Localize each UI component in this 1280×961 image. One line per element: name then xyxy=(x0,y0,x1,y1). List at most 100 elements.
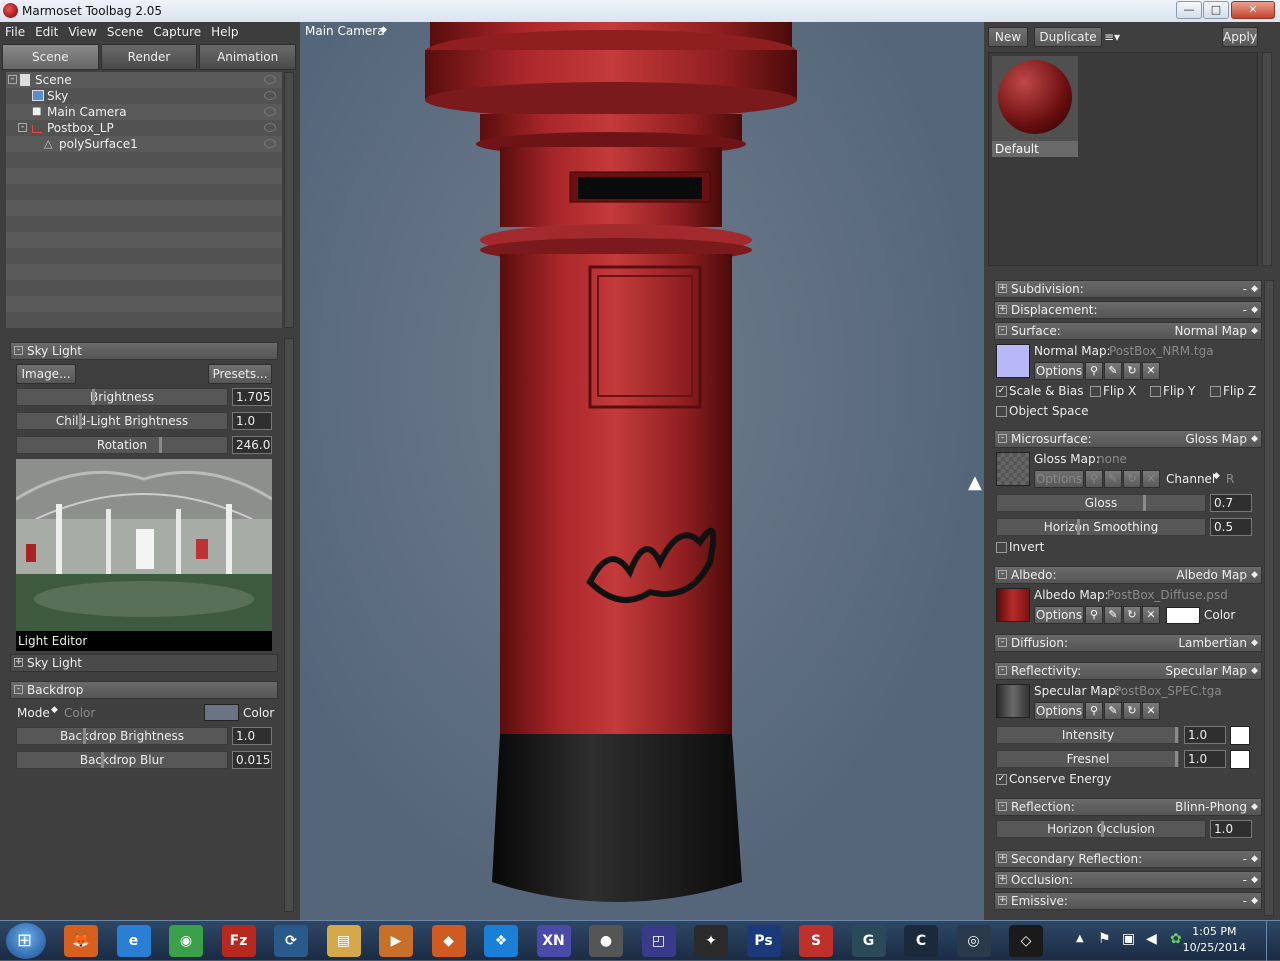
child-light-brightness-value[interactable]: 1.0 xyxy=(232,412,272,430)
collapse-icon[interactable]: - xyxy=(18,123,27,132)
menu-view[interactable]: View xyxy=(63,25,101,39)
presets-button[interactable]: Presets... xyxy=(208,364,272,384)
dropdown-arrow-icon[interactable]: ◆ xyxy=(1251,635,1258,651)
explorer-taskbar-button[interactable]: ▤ xyxy=(326,925,361,957)
network-icon[interactable]: ▣ xyxy=(1122,931,1135,947)
properties-scrollbar[interactable] xyxy=(1264,280,1274,916)
dropdown-arrow-icon[interactable]: ◆ xyxy=(1251,851,1258,867)
marvelous-taskbar-button[interactable]: ◰ xyxy=(641,925,676,957)
matlab-taskbar-button[interactable]: ◆ xyxy=(431,925,466,957)
backdrop-section-header[interactable]: - Backdrop xyxy=(10,681,278,699)
collapse-icon[interactable]: - xyxy=(14,685,23,694)
sky-panorama-image[interactable]: Light Editor xyxy=(16,459,272,651)
3d-viewport[interactable]: Main Camera ◆ ▲ xyxy=(300,22,984,920)
duplicate-material-button[interactable]: Duplicate xyxy=(1034,27,1102,47)
specular-options-button[interactable]: Options xyxy=(1034,702,1084,720)
brightness-value[interactable]: 1.705 xyxy=(232,388,272,406)
collapse-icon[interactable]: - xyxy=(14,346,23,355)
gloss-map-file[interactable]: none xyxy=(1097,452,1127,466)
albedo-map-thumbnail[interactable] xyxy=(996,588,1030,622)
tree-scrollbar[interactable] xyxy=(284,72,294,328)
displacement-section[interactable]: + Displacement: - ◆ xyxy=(994,301,1262,319)
search-icon[interactable]: ⚲ xyxy=(1085,470,1103,488)
horizon-occlusion-slider[interactable]: Horizon Occlusion xyxy=(996,820,1206,838)
zbrush-taskbar-button[interactable]: ✦ xyxy=(694,925,728,957)
visibility-eye-icon[interactable] xyxy=(264,123,276,132)
slider-knob[interactable] xyxy=(79,413,82,429)
xn-viewer-taskbar-button[interactable]: XN xyxy=(536,925,571,957)
show-desktop-button[interactable] xyxy=(1266,921,1280,961)
cinema-app-taskbar-button[interactable]: C xyxy=(904,925,938,957)
slider-knob[interactable] xyxy=(1175,727,1178,743)
image-button[interactable]: Image... xyxy=(16,364,76,384)
scale-bias-checkbox[interactable]: ✓ xyxy=(996,386,1007,397)
flip-x-checkbox[interactable] xyxy=(1090,386,1101,397)
horizon-smoothing-slider[interactable]: Horizon Smoothing xyxy=(996,518,1206,536)
child-light-brightness-slider[interactable]: Child-Light Brightness xyxy=(16,412,228,430)
gloss-slider[interactable]: Gloss xyxy=(996,494,1206,512)
search-icon[interactable]: ⚲ xyxy=(1085,362,1103,380)
unity-taskbar-button[interactable]: ◇ xyxy=(1009,925,1043,957)
intensity-slider[interactable]: Intensity xyxy=(996,726,1180,744)
close-button[interactable]: ✕ xyxy=(1231,1,1275,19)
flip-z-checkbox[interactable] xyxy=(1210,386,1221,397)
visibility-eye-icon[interactable] xyxy=(264,107,276,116)
collapse-icon[interactable]: - xyxy=(998,638,1007,647)
material-thumbnail[interactable] xyxy=(992,56,1078,142)
skylight-subsection-header[interactable]: + Sky Light xyxy=(10,654,278,672)
edit-pencil-icon[interactable]: ✎ xyxy=(1104,470,1122,488)
surface-section[interactable]: - Surface: Normal Map ◆ xyxy=(994,322,1262,340)
backdrop-blur-value[interactable]: 0.015 xyxy=(232,751,272,769)
camera-app-taskbar-button[interactable]: ◎ xyxy=(956,925,991,957)
horizon-occlusion-value[interactable]: 1.0 xyxy=(1210,820,1252,838)
microsurface-section[interactable]: - Microsurface: Gloss Map ◆ xyxy=(994,430,1262,448)
section-value[interactable]: Gloss Map xyxy=(1185,431,1247,447)
rotation-value[interactable]: 246.0 xyxy=(232,436,272,454)
normal-options-button[interactable]: Options xyxy=(1034,362,1084,380)
expand-icon[interactable]: + xyxy=(998,284,1007,293)
brightness-slider[interactable]: Brightness xyxy=(16,388,228,406)
reload-icon[interactable]: ↻ xyxy=(1123,702,1141,720)
edit-pencil-icon[interactable]: ✎ xyxy=(1104,362,1122,380)
firefox-taskbar-button[interactable]: 🦊 xyxy=(64,925,98,957)
emissive-section[interactable]: + Emissive: - ◆ xyxy=(994,892,1262,910)
chrome-taskbar-button[interactable]: ◉ xyxy=(169,925,203,957)
tree-item-postbox[interactable]: - Postbox_LP xyxy=(6,120,282,136)
menu-file[interactable]: File xyxy=(0,25,30,39)
dropdown-arrow-icon[interactable]: ◆ xyxy=(1251,567,1258,583)
dropdown-arrow-icon[interactable]: ◆ xyxy=(1251,799,1258,815)
tab-animation[interactable]: Animation xyxy=(199,44,297,70)
dropdown-arrow-icon[interactable]: ◆ xyxy=(1251,872,1258,888)
backdrop-blur-slider[interactable]: Backdrop Blur xyxy=(16,751,228,769)
intensity-color-swatch[interactable] xyxy=(1230,726,1250,745)
dropdown-arrow-icon[interactable]: ◆ xyxy=(1251,323,1258,339)
dropdown-arrow-icon[interactable]: ◆ xyxy=(1251,431,1258,447)
collapse-icon[interactable]: - xyxy=(998,434,1007,443)
section-value[interactable]: Specular Map xyxy=(1165,663,1247,679)
specular-map-file[interactable]: PostBox_SPEC.tga xyxy=(1114,684,1222,698)
tree-item-scene[interactable]: - Scene xyxy=(6,72,282,88)
search-icon[interactable]: ⚲ xyxy=(1085,606,1103,624)
tree-item-polysurface[interactable]: △ polySurface1 xyxy=(6,136,282,152)
section-value[interactable]: Lambertian xyxy=(1178,635,1247,651)
invert-checkbox[interactable] xyxy=(996,542,1007,553)
albedo-options-button[interactable]: Options xyxy=(1034,606,1084,624)
menu-help[interactable]: Help xyxy=(206,25,243,39)
slider-knob[interactable] xyxy=(1101,821,1104,837)
tab-scene[interactable]: Scene xyxy=(2,44,99,70)
slider-knob[interactable] xyxy=(159,437,162,453)
collapse-icon[interactable]: - xyxy=(998,666,1007,675)
media-player-taskbar-button[interactable]: ▶ xyxy=(379,925,413,957)
flip-y-checkbox[interactable] xyxy=(1150,386,1161,397)
expand-icon[interactable]: + xyxy=(998,854,1007,863)
reload-icon[interactable]: ↻ xyxy=(1123,362,1141,380)
flag-icon[interactable]: ⚑ xyxy=(1098,931,1111,947)
menu-scene[interactable]: Scene xyxy=(102,25,149,39)
collapse-icon[interactable]: - xyxy=(998,570,1007,579)
visibility-eye-icon[interactable] xyxy=(264,139,276,148)
expand-icon[interactable]: + xyxy=(998,896,1007,905)
start-button[interactable]: ⊞ xyxy=(6,923,46,959)
normal-map-thumbnail[interactable] xyxy=(996,344,1030,378)
panel-scrollbar[interactable] xyxy=(284,338,294,912)
new-material-button[interactable]: New xyxy=(988,27,1028,47)
